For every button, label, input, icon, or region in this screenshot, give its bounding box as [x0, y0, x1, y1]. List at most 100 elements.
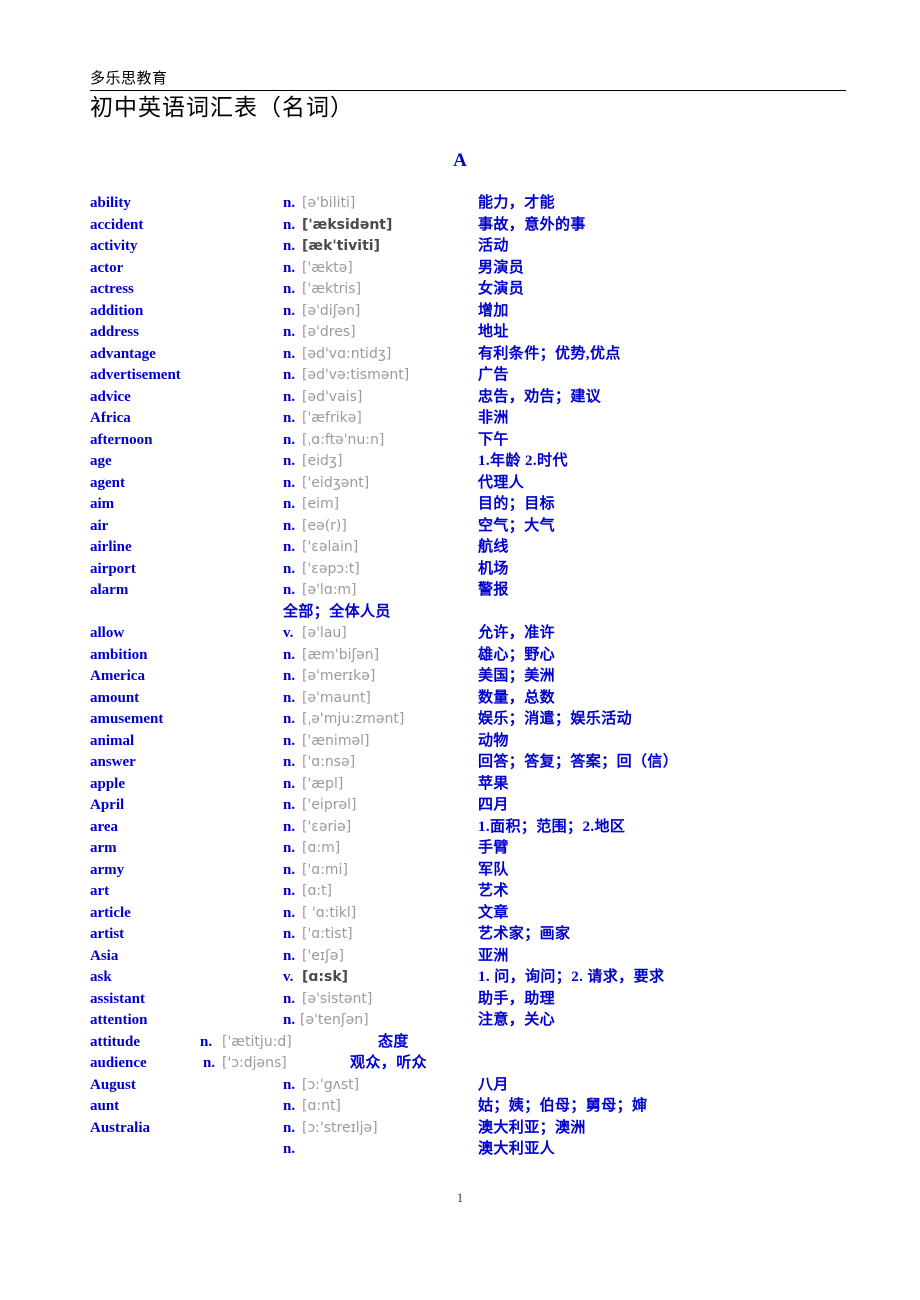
part-of-speech: n.: [283, 1098, 296, 1114]
phonetic-transcription: [æm'biʃən]: [302, 646, 380, 663]
chinese-meaning: 广告: [478, 367, 509, 383]
vocabulary-row: alarm n. [ə'lɑ:m] 警报: [0, 580, 920, 602]
header-divider: [90, 90, 846, 91]
vocabulary-word: age: [90, 453, 112, 469]
part-of-speech: n.: [283, 388, 296, 405]
chinese-meaning: 增加: [478, 302, 509, 319]
chinese-meaning: 澳大利亚；澳洲: [478, 1119, 586, 1136]
vocabulary-word: accident: [90, 216, 144, 233]
vocabulary-word: aunt: [90, 1098, 120, 1114]
vocabulary-row: Asia n. ['eɪʃə] 亚洲: [0, 946, 920, 968]
chinese-meaning: 助手，助理: [478, 990, 556, 1007]
vocabulary-row: art n. [ɑ:t] 艺术: [0, 881, 920, 903]
phonetic-transcription: ['ɑ:nsə]: [302, 754, 356, 770]
vocabulary-row: actor n. ['æktə] 男演员: [0, 258, 920, 280]
phonetic-transcription: [ɑ:sk]: [302, 969, 349, 985]
document-header: 多乐思教育 初中英语词汇表（名词）: [90, 70, 846, 123]
chinese-meaning: 手臂: [478, 840, 509, 856]
part-of-speech: n.: [283, 883, 296, 899]
part-of-speech: n.: [283, 732, 296, 749]
vocabulary-row: afternoon n. [ˌɑ:ftə'nu:n] 下午: [0, 430, 920, 452]
phonetic-transcription: ['ɑ:tist]: [302, 926, 353, 942]
vocabulary-word: agent: [90, 474, 125, 491]
chinese-meaning: 八月: [478, 1076, 509, 1093]
part-of-speech: n.: [283, 1076, 296, 1093]
chinese-meaning: 1.年龄 2.时代: [478, 453, 568, 469]
chinese-meaning: 1.面积；范围；2.地区: [478, 818, 626, 835]
part-of-speech: n.: [283, 281, 296, 297]
phonetic-transcription: ['ɑ:mi]: [302, 861, 348, 878]
phonetic-transcription: [ə'diʃən]: [302, 302, 361, 319]
chinese-meaning: 亚洲: [478, 947, 509, 964]
phonetic-transcription: [ə'maunt]: [302, 689, 371, 706]
part-of-speech: v.: [283, 625, 294, 641]
vocabulary-word: army: [90, 861, 125, 878]
chinese-meaning: 回答；答复；答案；回（信）: [478, 754, 679, 770]
vocabulary-row: attention n. [ə'tenʃən] 注意，关心: [0, 1010, 920, 1032]
vocabulary-row: 全部；全体人员: [0, 602, 920, 624]
section-letter-heading: A: [453, 150, 467, 171]
chinese-meaning: 数量，总数: [478, 689, 556, 706]
vocabulary-word: arm: [90, 840, 117, 856]
chinese-meaning: 态度: [378, 1033, 409, 1050]
vocabulary-row: audience n. ['ɔ:djəns] 观众，听众: [0, 1053, 920, 1075]
phonetic-transcription: [eidʒ]: [302, 453, 343, 469]
part-of-speech: n.: [283, 904, 296, 921]
part-of-speech: n.: [283, 474, 296, 491]
chinese-meaning: 苹果: [478, 775, 509, 792]
vocabulary-word: America: [90, 668, 145, 684]
part-of-speech: n.: [283, 367, 296, 383]
part-of-speech: n.: [283, 324, 296, 340]
vocabulary-word: attention: [90, 1012, 148, 1028]
vocabulary-word: ability: [90, 195, 131, 211]
vocabulary-word: advantage: [90, 345, 156, 362]
vocabulary-row: ability n. [ə'biliti] 能力，才能: [0, 193, 920, 215]
vocabulary-word: allow: [90, 625, 125, 641]
chinese-meaning: 下午: [478, 431, 509, 448]
phonetic-transcription: ['eɪʃə]: [302, 947, 344, 964]
chinese-meaning: 澳大利亚人: [478, 1141, 556, 1157]
page-number: 1: [456, 1190, 464, 1205]
chinese-meaning: 能力，才能: [478, 195, 556, 211]
part-of-speech: n.: [200, 1033, 213, 1050]
part-of-speech: n.: [283, 1141, 296, 1157]
part-of-speech: n.: [283, 539, 296, 555]
phonetic-transcription: [əd'vɑ:ntidʒ]: [302, 345, 392, 362]
vocabulary-row: allow v. [ə'lau] 允许，准许: [0, 623, 920, 645]
vocabulary-word: amount: [90, 689, 140, 706]
phonetic-transcription: [ˌɑ:ftə'nu:n]: [302, 431, 385, 448]
vocabulary-word: amusement: [90, 711, 164, 727]
document-page: 多乐思教育 初中英语词汇表（名词） A ability n. [ə'biliti] 能…: [0, 0, 920, 1300]
chinese-meaning: 航线: [478, 539, 509, 555]
part-of-speech: n.: [283, 754, 296, 770]
part-of-speech: n.: [283, 1119, 296, 1136]
vocabulary-word: air: [90, 517, 109, 534]
phonetic-transcription: ['ɛəlain]: [302, 539, 359, 555]
phonetic-transcription: ['ɔ:djəns]: [222, 1055, 287, 1071]
chinese-meaning: 地址: [478, 324, 509, 340]
phonetic-transcription: [əd'və:tismənt]: [302, 367, 410, 383]
phonetic-transcription: [eim]: [302, 496, 340, 512]
phonetic-transcription: [əd'vais]: [302, 388, 363, 405]
part-of-speech: n.: [283, 560, 296, 577]
chinese-meaning: 姑；姨；伯母；舅母；婶: [478, 1098, 648, 1114]
vocabulary-list: ability n. [ə'biliti] 能力，才能 accident n. ['æksi…: [0, 193, 920, 1161]
vocabulary-word: addition: [90, 302, 144, 319]
phonetic-transcription: [ɔ:'streɪljə]: [302, 1119, 378, 1136]
phonetic-transcription: [ˌə'mju:zmənt]: [302, 711, 405, 727]
phonetic-transcription: [ɑ:m]: [302, 840, 341, 856]
vocabulary-row: actress n. ['æktris] 女演员: [0, 279, 920, 301]
part-of-speech: n.: [283, 1012, 296, 1028]
vocabulary-word: Australia: [90, 1119, 150, 1136]
chinese-meaning: 四月: [478, 797, 509, 813]
vocabulary-row: artist n. ['ɑ:tist] 艺术家；画家: [0, 924, 920, 946]
part-of-speech: n.: [283, 302, 296, 319]
part-of-speech: n.: [283, 216, 296, 233]
part-of-speech: n.: [203, 1055, 216, 1071]
phonetic-transcription: [ 'ɑ:tikl]: [302, 904, 357, 921]
part-of-speech: v.: [283, 969, 294, 985]
part-of-speech: n.: [283, 517, 296, 534]
phonetic-transcription: ['eidʒənt]: [302, 474, 370, 491]
vocabulary-row: apple n. ['æpl] 苹果: [0, 774, 920, 796]
part-of-speech: n.: [283, 259, 296, 276]
